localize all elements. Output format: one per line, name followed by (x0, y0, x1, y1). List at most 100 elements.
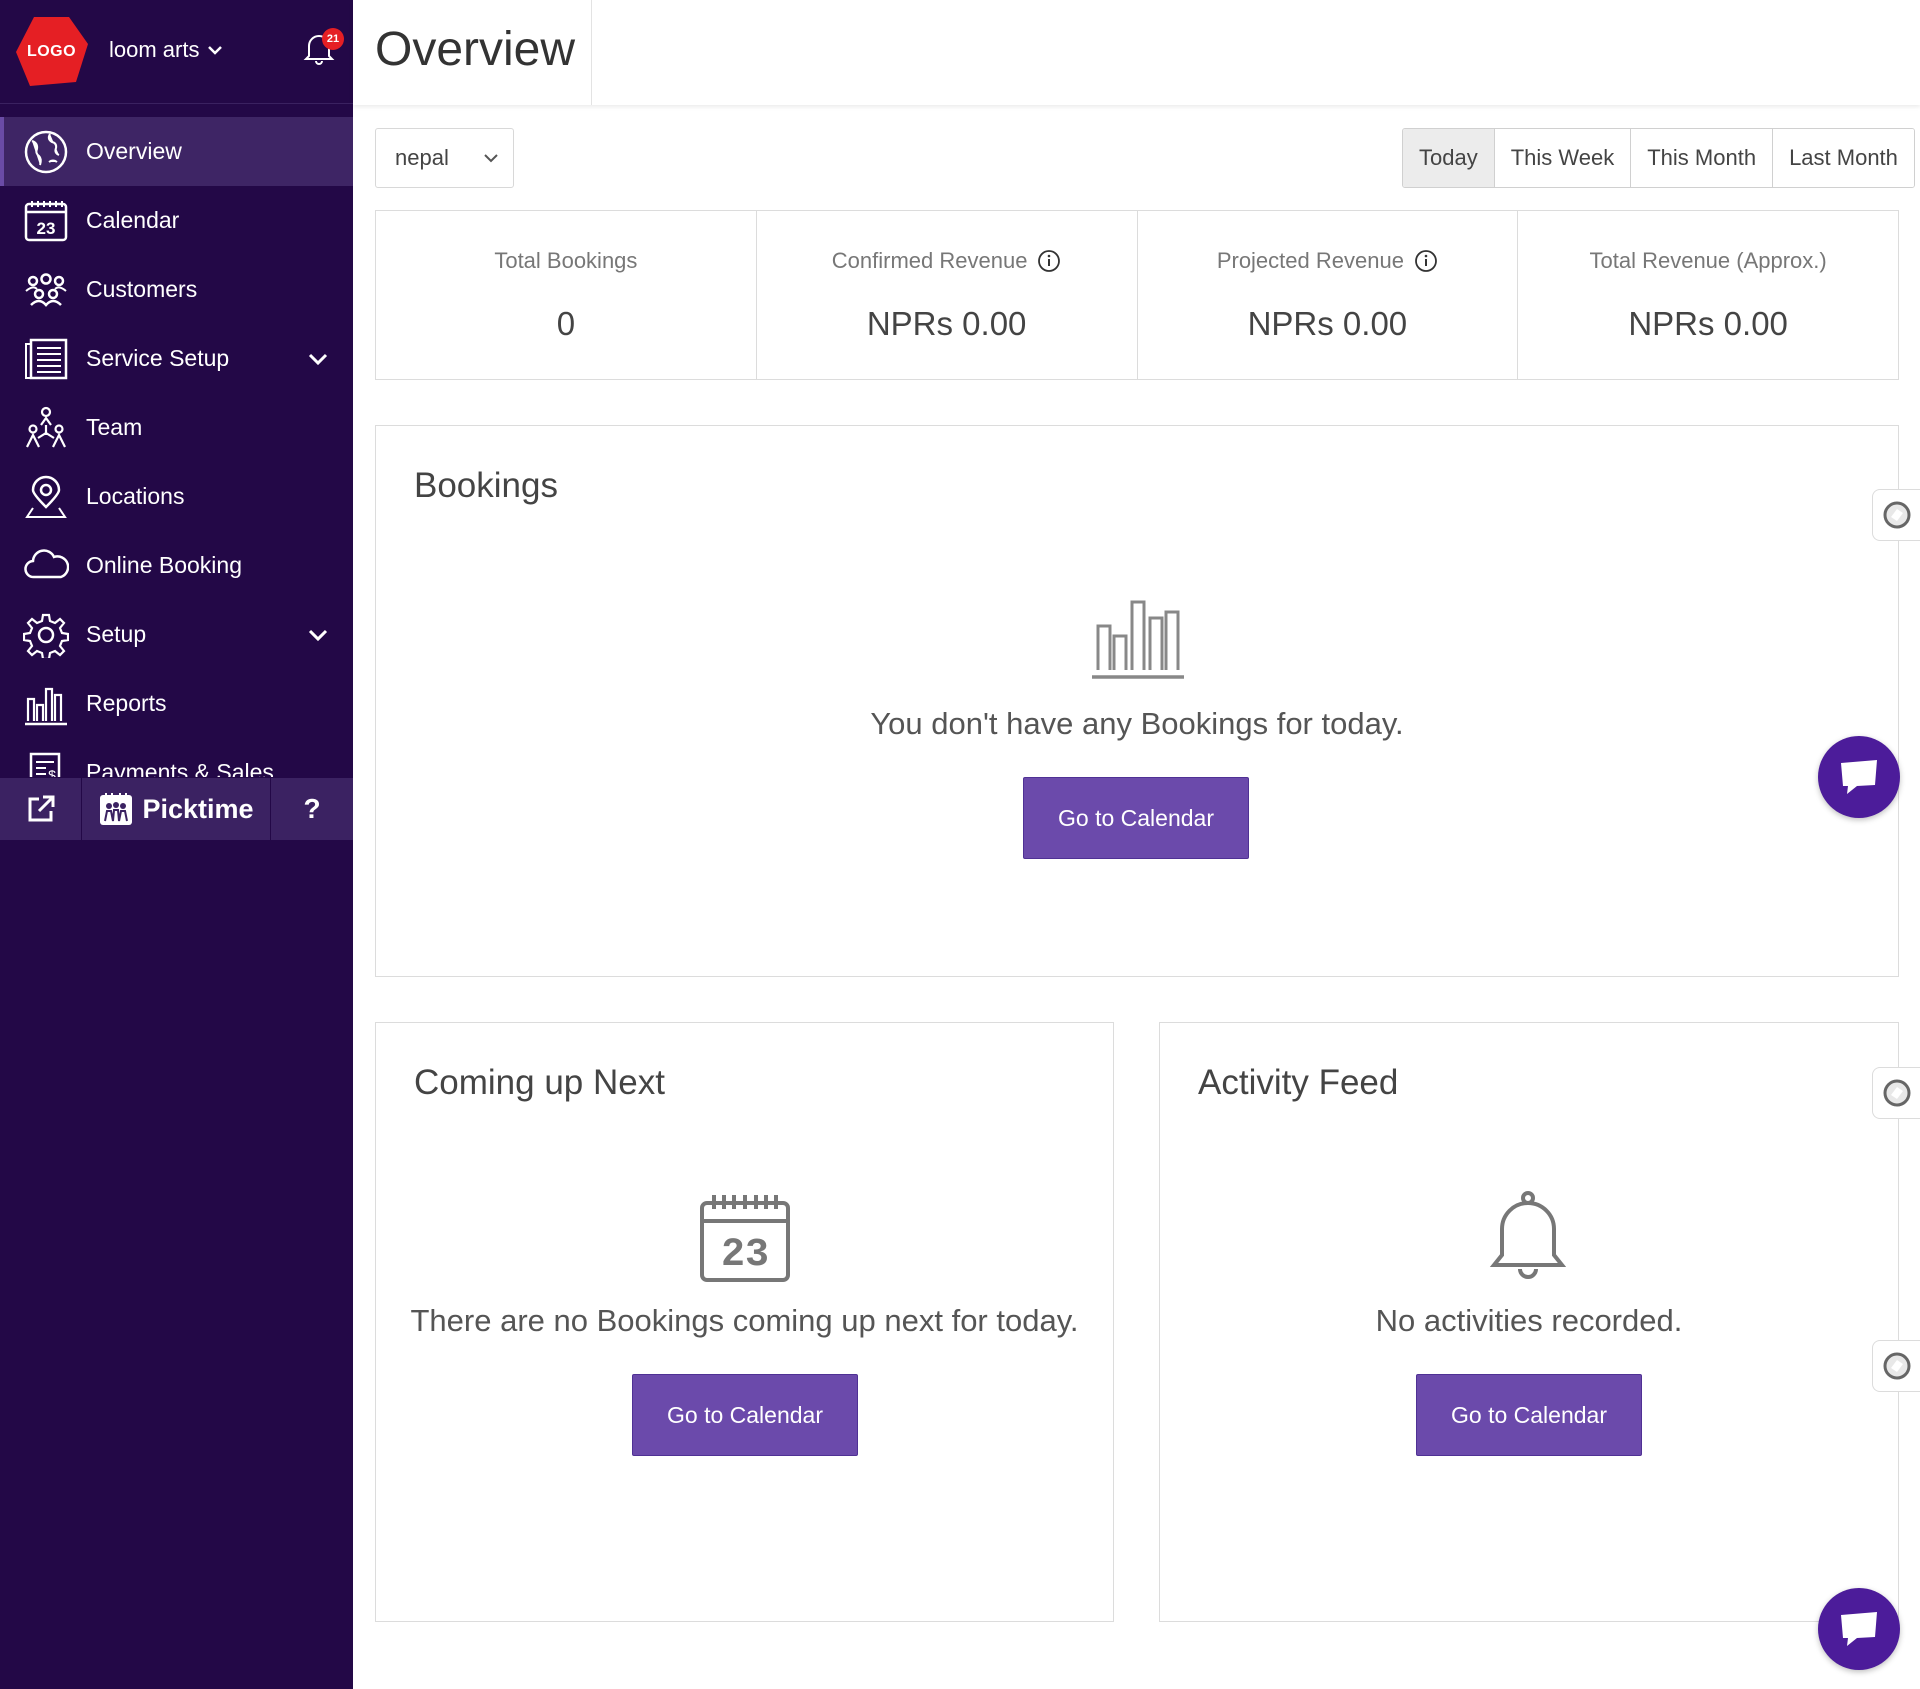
coming-up-next-panel: Coming up Next 23 There are no Bookings … (375, 1022, 1114, 1622)
sidebar-item-reports[interactable]: Reports (0, 669, 353, 738)
top-bar: Overview (353, 0, 1920, 105)
sidebar-item-team[interactable]: Team (0, 393, 353, 462)
team-icon (23, 405, 69, 451)
sidebar-item-locations[interactable]: Locations (0, 462, 353, 531)
divider (591, 0, 592, 105)
chevron-down-icon (208, 46, 223, 55)
feedback-tab[interactable] (1872, 1067, 1920, 1119)
sidebar-item-label: Payments & Sales (86, 759, 274, 777)
list-icon (23, 336, 69, 382)
sidebar-item-label: Overview (86, 138, 182, 164)
stat-total-bookings: Total Bookings 0 (376, 211, 756, 379)
sidebar-header: LOGO loom arts 21 (0, 0, 353, 104)
stat-label-text: Projected Revenue (1216, 248, 1404, 273)
logo-text: LOGO (26, 43, 77, 60)
external-link-button[interactable] (0, 778, 82, 840)
sidebar-nav: Overview 23 Calendar Customers Service S… (0, 117, 353, 777)
go-to-calendar-button[interactable]: Go to Calendar (1416, 1374, 1642, 1456)
bell-icon (1489, 1191, 1567, 1279)
picktime-logo-icon (100, 793, 133, 825)
svg-text:$: $ (48, 767, 56, 777)
sidebar-item-label: Locations (86, 483, 185, 509)
sidebar-item-label: Reports (86, 690, 167, 716)
org-name: loom arts (109, 37, 200, 62)
bookings-panel: Bookings You don't have any Bookings for… (375, 425, 1899, 977)
bar-chart-icon (23, 681, 69, 727)
location-pin-icon (23, 474, 69, 520)
stat-confirmed-revenue: Confirmed Revenue NPRs 0.00 (755, 211, 1137, 379)
chat-icon (1841, 760, 1877, 794)
range-last-month-button[interactable]: Last Month (1772, 129, 1914, 187)
sidebar-item-service-setup[interactable]: Service Setup (0, 324, 353, 393)
sidebar-item-payments[interactable]: $ Payments & Sales (0, 738, 353, 777)
stat-value: NPRs 0.00 (866, 305, 1027, 342)
stat-value: 0 (556, 305, 576, 342)
stat-total-revenue: Total Revenue (Approx.) NPRs 0.00 (1517, 211, 1898, 379)
sidebar: LOGO loom arts 21 Overview 23 Calendar C… (0, 0, 353, 1689)
stat-label-text: Total Bookings (494, 248, 638, 273)
chevron-down-icon (308, 629, 328, 642)
help-button[interactable]: ? (271, 778, 353, 840)
bar-chart-icon (1092, 600, 1184, 679)
sidebar-footer: Picktime ? (0, 778, 353, 840)
feedback-tab[interactable] (1872, 1340, 1920, 1392)
page-title: Overview (375, 23, 576, 76)
empty-state-text: No activities recorded. (1375, 1303, 1683, 1338)
sidebar-item-label: Service Setup (86, 345, 230, 371)
chevron-down-icon (308, 353, 328, 366)
help-label: ? (303, 793, 321, 824)
chat-icon (1841, 1612, 1877, 1646)
chat-button[interactable] (1818, 736, 1900, 818)
info-icon[interactable] (1414, 249, 1438, 273)
stat-label-text: Total Revenue (Approx.) (1589, 248, 1827, 273)
company-logo[interactable]: LOGO (14, 14, 89, 89)
customers-icon (23, 267, 69, 313)
go-to-calendar-button[interactable]: Go to Calendar (1023, 777, 1249, 859)
range-today-button[interactable]: Today (1403, 129, 1494, 187)
activity-feed-panel: Activity Feed No activities recorded. Go… (1159, 1022, 1899, 1622)
panel-title: Coming up Next (414, 1063, 665, 1102)
org-switcher[interactable]: loom arts (109, 37, 223, 63)
stat-projected-revenue: Projected Revenue NPRs 0.00 (1136, 211, 1518, 379)
sidebar-item-customers[interactable]: Customers (0, 255, 353, 324)
stat-label: Total Bookings (376, 247, 756, 275)
sidebar-item-label: Setup (86, 621, 147, 647)
tag-icon (1883, 1352, 1910, 1380)
stat-value: NPRs 0.00 (1247, 305, 1408, 342)
calendar-day: 23 (721, 1233, 769, 1278)
range-this-week-button[interactable]: This Week (1493, 129, 1631, 187)
empty-state-text: There are no Bookings coming up next for… (410, 1303, 1079, 1338)
info-icon[interactable] (1037, 249, 1061, 273)
sidebar-item-overview[interactable]: Overview (0, 117, 353, 186)
date-range-toggle: Today This Week This Month Last Month (1402, 128, 1915, 188)
stat-label: Total Revenue (Approx.) (1518, 247, 1898, 275)
chat-button[interactable] (1818, 1588, 1900, 1670)
feedback-tab[interactable] (1872, 489, 1920, 541)
sidebar-item-calendar[interactable]: 23 Calendar (0, 186, 353, 255)
stats-row: Total Bookings 0 Confirmed Revenue NPRs … (375, 210, 1899, 380)
invoice-icon: $ (23, 750, 69, 777)
stat-value: NPRs 0.00 (1628, 305, 1788, 342)
empty-state-text: You don't have any Bookings for today. (870, 706, 1404, 741)
gear-icon (23, 612, 69, 658)
sidebar-item-label: Team (86, 414, 143, 440)
brand-name: Picktime (142, 793, 254, 824)
tag-icon (1883, 1079, 1910, 1107)
svg-text:23: 23 (37, 219, 56, 238)
panel-title: Activity Feed (1198, 1063, 1399, 1102)
stat-label: Projected Revenue (1138, 247, 1518, 275)
range-this-month-button[interactable]: This Month (1630, 129, 1773, 187)
calendar-icon: 23 (23, 198, 69, 244)
go-to-calendar-button[interactable]: Go to Calendar (632, 1374, 858, 1456)
cloud-icon (23, 543, 69, 589)
country-select[interactable]: nepal (375, 128, 514, 188)
sidebar-item-online-booking[interactable]: Online Booking (0, 531, 353, 600)
sidebar-item-label: Calendar (86, 207, 180, 233)
external-link-icon (28, 795, 54, 822)
sidebar-item-label: Online Booking (86, 552, 242, 578)
picktime-brand: Picktime (82, 778, 271, 840)
sidebar-item-label: Customers (86, 276, 198, 302)
tag-icon (1883, 501, 1910, 529)
panel-title: Bookings (414, 466, 558, 505)
sidebar-item-setup[interactable]: Setup (0, 600, 353, 669)
